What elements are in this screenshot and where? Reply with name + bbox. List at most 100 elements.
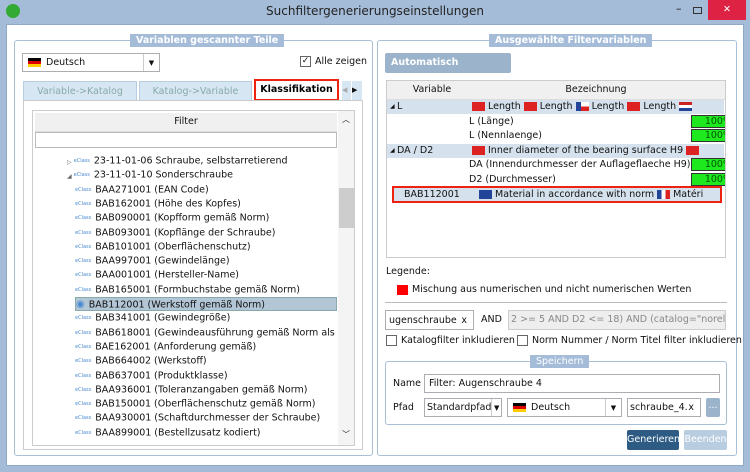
table-row[interactable]: L (Länge) 100% [387, 114, 725, 129]
expander-icon[interactable]: ◢ [390, 144, 395, 158]
legend-title: Legende: [386, 266, 430, 277]
group-title: Ausgewählte Filtervariablen [489, 34, 653, 47]
variable-cell: L [397, 101, 403, 112]
tree-item-label: BAB165001 (Formbuchstabe gemäß Norm) [95, 284, 300, 296]
name-value: Filter: Augenschraube 4 [429, 378, 542, 389]
browse-button[interactable]: ... [706, 398, 720, 417]
clear-icon[interactable]: x [461, 315, 467, 326]
chevron-down-icon: ▼ [605, 399, 621, 416]
class-icon: eClass [75, 415, 92, 422]
auto-assign-button[interactable]: Automatisch zuweisen ▼ [385, 53, 511, 88]
table-row[interactable]: L (Nennlaenge) 100% [387, 129, 725, 143]
table-row[interactable]: DA (Innendurchmesser der Auflageflaeche … [387, 158, 725, 172]
match-percent: 100% [691, 129, 725, 143]
description-cell: D2 (Durchmesser) [469, 174, 556, 185]
tree-item[interactable]: ◉ BAB112001 (Werkstoff gemäß Norm) [75, 297, 337, 311]
save-language-dropdown[interactable]: Deutsch ▼ [507, 398, 622, 417]
tree-item[interactable]: eClass BAA930001 (Schaftdurchmesser der S… [75, 411, 320, 425]
tree-item[interactable]: eClass BAB618001 (Gewindeausführung gemäß… [75, 326, 354, 340]
include-catalog-checkbox[interactable]: Katalogfilter inkludieren [386, 335, 515, 346]
include-norm-label: Norm Nummer / Norm Titel filter inkludie… [532, 335, 742, 346]
table-row[interactable]: ◢ DA / D2 Inner diameter of the bearing su… [387, 143, 724, 158]
flag-cn-icon [472, 102, 485, 111]
language-dropdown[interactable]: Deutsch ▼ [22, 53, 160, 72]
expander-icon[interactable]: ◢ [67, 173, 72, 180]
expander-icon[interactable]: ◢ [390, 100, 395, 114]
tab-scroll-right[interactable]: ▶ [352, 81, 362, 100]
column-bezeichnung: Bezeichnung [467, 81, 725, 100]
tree-item[interactable]: eClass BAB093001 (Kopflänge der Schraube) [75, 226, 275, 240]
path-dropdown[interactable]: Standardpfad ▼ [424, 398, 502, 417]
flag-nl-icon [679, 102, 693, 111]
tree-item[interactable]: eClass BAA271001 (EAN Code) [75, 183, 209, 197]
legend-swatch [397, 285, 408, 295]
tree-item-label: BAB093001 (Kopflänge der Schraube) [95, 227, 276, 238]
tree-item[interactable]: eClass BAA936001 (Toleranzangaben gemäß N… [75, 383, 307, 397]
clear-icon[interactable]: x [688, 402, 694, 413]
tree-item-label: BAB150001 (Oberflächenschutz gemäß Norm) [95, 398, 316, 410]
flag-uk-icon [479, 190, 492, 199]
tree-item[interactable]: eClass BAB101001 (Oberflächenschutz) [75, 240, 251, 254]
expander-icon[interactable]: ▷ [67, 159, 72, 166]
group-title: Variablen gescannter Teile [130, 34, 285, 47]
close-dialog-button[interactable]: Beenden [684, 430, 727, 450]
tree-item[interactable]: eClass BAB637001 (Produktklasse) [75, 369, 228, 383]
scroll-thumb[interactable] [339, 188, 354, 228]
tree-item[interactable]: eClass BAB162001 (Höhe des Kopfes) [75, 197, 241, 211]
class-icon: eClass [75, 215, 92, 222]
tree-item[interactable]: eClass BAB150001 (Oberflächenschutz gemäß… [75, 397, 315, 411]
filter-input[interactable] [35, 132, 337, 148]
tab-variable-katalog[interactable]: Variable->Katalog [23, 81, 137, 101]
tree-item[interactable]: eClass BAE162001 (Anforderung gemäß) [75, 340, 256, 354]
checkbox-checked-icon: ✓ [300, 56, 311, 67]
tree-item-label: BAB162001 (Höhe des Kopfes) [95, 198, 241, 210]
flag-de-icon [513, 403, 526, 412]
tree-item[interactable]: eClass BAA997001 (Gewindelänge) [75, 254, 230, 268]
include-norm-checkbox[interactable]: Norm Nummer / Norm Titel filter inkludie… [517, 335, 742, 346]
tree-item[interactable]: ◢ eClass 23-11-01-10 Sonderschraube [67, 168, 233, 182]
class-icon: eClass [75, 258, 92, 265]
divider [385, 302, 727, 303]
tree-item-label: BAA271001 (EAN Code) [95, 184, 209, 196]
minimize-button[interactable]: – [676, 2, 682, 15]
description-cell: Length [643, 101, 677, 112]
tree-item[interactable]: eClass BAB664002 (Werkstoff) [75, 354, 207, 368]
tree-item[interactable]: eClass BAB165001 (Formbuchstabe gemäß Nor… [75, 283, 300, 297]
tree-item[interactable]: eClass BAA899001 (Bestellzusatz kodiert) [75, 426, 261, 440]
flag-cn-icon [686, 145, 700, 155]
scroll-up-icon[interactable]: ︿ [342, 114, 350, 125]
tree-item[interactable]: ▷ eClass 23-11-01-06 Schraube, selbstarret… [67, 154, 288, 168]
tree-item-label: BAA936001 (Toleranzangaben gemäß Norm) [95, 384, 308, 396]
checkbox-icon [386, 335, 397, 346]
tree-item-label: BAB341001 (Gewindegröße) [95, 312, 231, 324]
filter-term-input[interactable]: ugenschraube x [385, 310, 474, 330]
class-icon: eClass [75, 401, 92, 408]
close-button[interactable]: ✕ [708, 0, 746, 20]
chevron-down-icon: ▼ [143, 54, 159, 71]
tab-katalog-variable[interactable]: Katalog->Variable [139, 81, 252, 101]
tab-scroll-left[interactable]: ◀ [342, 81, 351, 100]
maximize-button[interactable] [693, 7, 702, 14]
file-input[interactable]: schraube_4. x [627, 398, 701, 417]
show-all-label: Alle zeigen [315, 56, 368, 67]
scroll-down-icon[interactable]: ﹀ [342, 429, 350, 440]
table-row[interactable]: D2 (Durchmesser) 100% [387, 173, 725, 187]
generate-button[interactable]: Generieren [627, 430, 680, 450]
table-row[interactable]: BAB112001 Material in accordance with nor… [392, 186, 722, 203]
show-all-checkbox[interactable]: ✓ Alle zeigen [300, 56, 367, 67]
checkbox-icon [517, 335, 528, 346]
tab-klassifikation[interactable]: Klassifikation [254, 79, 339, 101]
expression-field: 2 >= 5 AND D2 <= 18) AND (catalog="norel… [508, 310, 726, 330]
tree-item[interactable]: eClass BAA001001 (Hersteller-Name) [75, 268, 239, 282]
match-percent: 100% [691, 114, 725, 128]
path-label: Pfad [393, 402, 414, 413]
tree-item[interactable]: eClass BAB341001 (Gewindegröße) [75, 311, 230, 325]
path-value: Standardpfad [427, 402, 492, 413]
class-icon: eClass [75, 272, 92, 279]
table-row[interactable]: ◢ L Length Length Length Length [387, 100, 724, 114]
name-input[interactable]: Filter: Augenschraube 4 [424, 374, 720, 393]
scrollbar[interactable]: ︿ ﹀ [338, 111, 354, 445]
tree-item-label: 23-11-01-10 Sonderschraube [93, 169, 233, 181]
tree-item[interactable]: eClass BAB090001 (Kopfform gemäß Norm) [75, 211, 269, 225]
tree-item-label: BAB090001 (Kopfform gemäß Norm) [95, 212, 270, 224]
